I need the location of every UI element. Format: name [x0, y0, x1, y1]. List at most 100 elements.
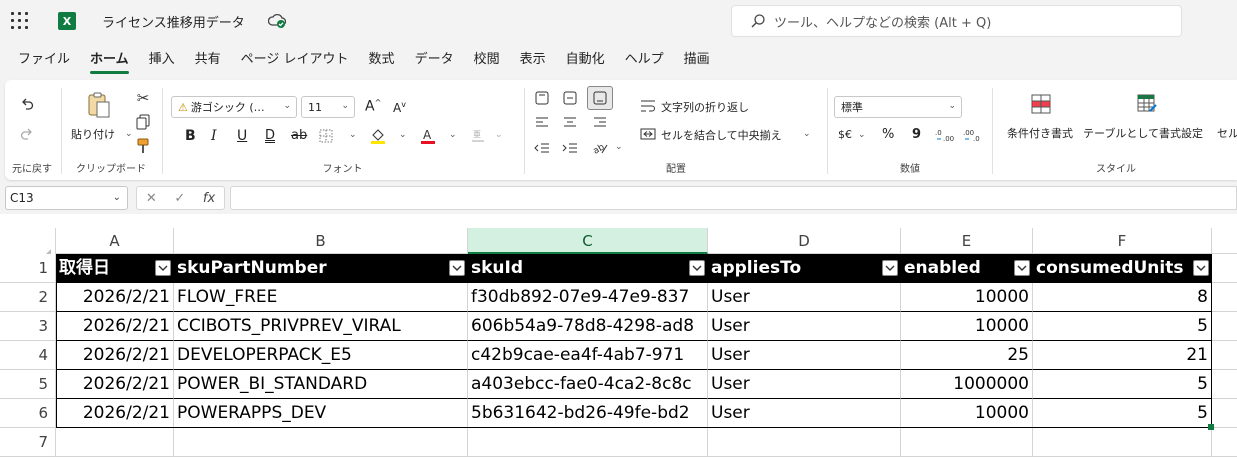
row-header-5[interactable]: 5: [0, 370, 56, 399]
comma-format-icon[interactable]: 9: [912, 127, 921, 142]
empty-cell[interactable]: [1212, 370, 1237, 399]
table-cell[interactable]: User: [708, 283, 901, 312]
align-top-icon[interactable]: [531, 88, 553, 108]
table-header-cell[interactable]: skuId: [468, 254, 708, 283]
align-bottom-icon[interactable]: [587, 86, 613, 110]
table-cell[interactable]: 2026/2/21: [56, 283, 174, 312]
tab-6[interactable]: データ: [405, 44, 464, 78]
align-middle-icon[interactable]: [559, 88, 581, 108]
empty-cell[interactable]: [1212, 341, 1237, 370]
table-cell[interactable]: User: [708, 399, 901, 428]
paste-label[interactable]: 貼り付け: [71, 126, 115, 142]
table-cell[interactable]: 5: [1033, 399, 1212, 428]
tab-7[interactable]: 校閲: [464, 44, 510, 78]
tab-3[interactable]: 共有: [185, 44, 231, 78]
table-cell[interactable]: 606b54a9-78d8-4298-ad8: [468, 312, 708, 341]
document-title[interactable]: ライセンス推移用データ: [102, 12, 245, 31]
row-header-1[interactable]: 1: [0, 254, 56, 283]
font-name-dropdown[interactable]: ⚠ 游ゴシック (… ⌄: [171, 96, 297, 118]
paste-icon[interactable]: [85, 90, 113, 120]
table-cell[interactable]: FLOW_FREE: [174, 283, 468, 312]
column-header-extra[interactable]: [1212, 228, 1237, 254]
column-header-d[interactable]: D: [708, 228, 901, 254]
table-cell[interactable]: 2026/2/21: [56, 341, 174, 370]
table-cell[interactable]: POWERAPPS_DEV: [174, 399, 468, 428]
tab-9[interactable]: 自動化: [556, 44, 615, 78]
strikethrough-button[interactable]: ab: [291, 128, 307, 143]
tab-8[interactable]: 表示: [510, 44, 556, 78]
chevron-down-icon[interactable]: ⌄: [858, 130, 866, 140]
table-header-cell[interactable]: appliesTo: [708, 254, 901, 283]
tab-0[interactable]: ファイル: [8, 44, 80, 78]
table-header-cell[interactable]: enabled: [901, 254, 1033, 283]
format-painter-icon[interactable]: [133, 136, 153, 156]
increase-indent-icon[interactable]: [559, 138, 581, 158]
table-cell[interactable]: User: [708, 312, 901, 341]
table-header-cell[interactable]: skuPartNumber: [174, 254, 468, 283]
increase-decimal-icon[interactable]: .0.00: [934, 126, 956, 144]
row-header-4[interactable]: 4: [0, 341, 56, 370]
font-size-dropdown[interactable]: 11 ⌄: [301, 96, 355, 118]
filter-dropdown-icon[interactable]: [689, 260, 705, 276]
search-box[interactable]: ツール、ヘルプなどの検索 (Alt + Q): [731, 5, 1182, 37]
filter-dropdown-icon[interactable]: [1193, 260, 1209, 276]
empty-cell[interactable]: [56, 428, 174, 457]
align-left-icon[interactable]: [531, 112, 553, 132]
formula-input[interactable]: [230, 186, 1237, 210]
table-cell[interactable]: a403ebcc-fae0-4ca2-8c8c: [468, 370, 708, 399]
empty-cell[interactable]: [468, 428, 708, 457]
column-header-c[interactable]: C: [468, 228, 708, 254]
double-underline-button[interactable]: D: [265, 128, 275, 143]
phonetic-icon[interactable]: 亜: [469, 126, 487, 146]
fill-color-icon[interactable]: [369, 126, 387, 146]
conditional-formatting-button[interactable]: 条件付き書式: [1007, 125, 1073, 141]
table-cell[interactable]: 5: [1033, 312, 1212, 341]
borders-icon[interactable]: [317, 127, 335, 145]
column-header-f[interactable]: F: [1033, 228, 1212, 254]
empty-cell[interactable]: [708, 428, 901, 457]
table-cell[interactable]: User: [708, 370, 901, 399]
bold-button[interactable]: B: [185, 128, 196, 144]
empty-cell[interactable]: [1033, 428, 1212, 457]
merge-center-button[interactable]: セルを結合して中央揃え: [661, 127, 782, 143]
row-header-2[interactable]: 2: [0, 283, 56, 312]
table-cell[interactable]: 2026/2/21: [56, 370, 174, 399]
copy-icon[interactable]: [133, 112, 153, 132]
enter-icon[interactable]: ✓: [174, 191, 185, 206]
increase-font-icon[interactable]: A^: [365, 98, 381, 115]
currency-format-icon[interactable]: $€: [838, 128, 852, 141]
decrease-decimal-icon[interactable]: .00.0: [962, 126, 984, 144]
empty-cell[interactable]: [1212, 399, 1237, 428]
chevron-down-icon[interactable]: ⌄: [495, 130, 503, 140]
tab-4[interactable]: ページ レイアウト: [231, 44, 359, 78]
filter-dropdown-icon[interactable]: [155, 260, 171, 276]
column-header-a[interactable]: A: [56, 228, 174, 254]
redo-icon[interactable]: [17, 124, 37, 144]
undo-icon[interactable]: [17, 94, 37, 114]
align-right-icon[interactable]: [589, 112, 611, 132]
chevron-down-icon[interactable]: ⌄: [615, 142, 623, 152]
decrease-indent-icon[interactable]: [531, 138, 553, 158]
cut-icon[interactable]: ✂: [133, 88, 153, 108]
tab-11[interactable]: 描画: [674, 44, 720, 78]
tab-5[interactable]: 数式: [359, 44, 405, 78]
table-cell[interactable]: 2026/2/21: [56, 399, 174, 428]
tab-1[interactable]: ホーム: [80, 44, 139, 78]
percent-format-icon[interactable]: %: [882, 127, 894, 142]
empty-cell[interactable]: [1212, 254, 1237, 283]
decrease-font-icon[interactable]: Av: [393, 100, 406, 115]
cancel-icon[interactable]: ✕: [146, 191, 157, 206]
paste-dropdown-icon[interactable]: ⌄: [125, 129, 133, 139]
table-cell[interactable]: 8: [1033, 283, 1212, 312]
app-launcher-icon[interactable]: [10, 11, 30, 31]
format-as-table-button[interactable]: テーブルとして書式設定: [1083, 125, 1203, 141]
table-header-cell[interactable]: consumedUnits: [1033, 254, 1212, 283]
empty-cell[interactable]: [1212, 283, 1237, 312]
cloud-saved-icon[interactable]: [268, 13, 286, 29]
chevron-down-icon[interactable]: ⌄: [803, 129, 811, 139]
name-box[interactable]: C13 ⌄: [5, 186, 128, 210]
table-cell[interactable]: 2026/2/21: [56, 312, 174, 341]
empty-cell[interactable]: [901, 428, 1033, 457]
table-cell[interactable]: POWER_BI_STANDARD: [174, 370, 468, 399]
column-header-e[interactable]: E: [901, 228, 1033, 254]
